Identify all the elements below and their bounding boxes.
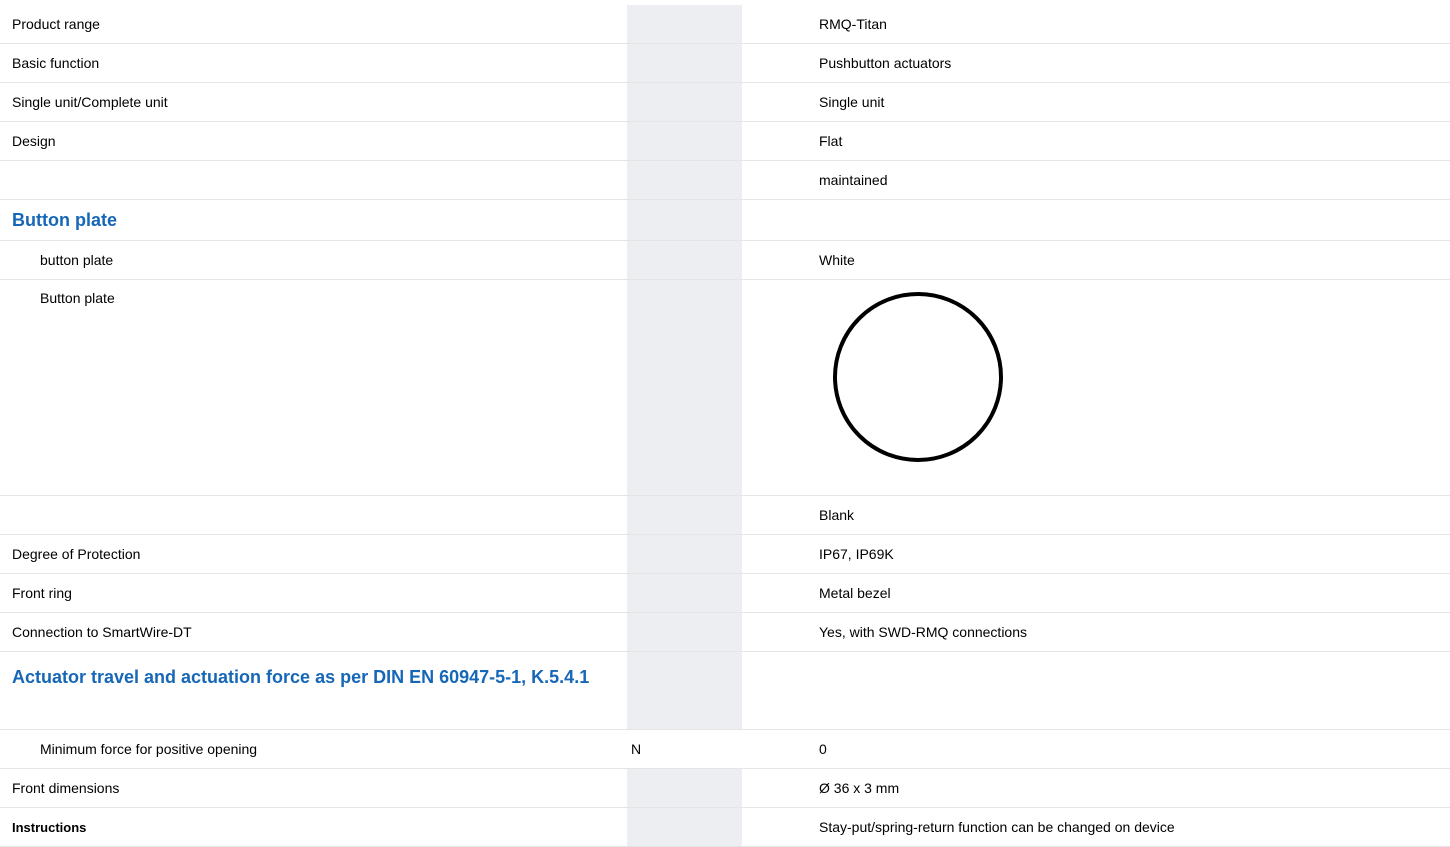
row-gap — [742, 161, 812, 199]
row-unit — [627, 5, 742, 43]
row-gap — [742, 5, 812, 43]
row-label: Button plate — [40, 290, 115, 306]
row-value — [812, 652, 1450, 729]
table-row-front-ring: Front ring Metal bezel — [0, 574, 1450, 613]
row-gap — [742, 613, 812, 651]
row-value: Single unit — [819, 94, 885, 110]
section-heading-actuator: Actuator travel and actuation force as p… — [0, 652, 1450, 730]
row-label: Connection to SmartWire-DT — [12, 624, 192, 640]
row-unit — [627, 769, 742, 807]
row-gap — [742, 652, 812, 729]
table-row-design-maintained: maintained — [0, 161, 1450, 200]
row-unit — [627, 241, 742, 279]
row-value — [812, 280, 1450, 495]
table-row-single-unit: Single unit/Complete unit Single unit — [0, 83, 1450, 122]
row-gap — [742, 496, 812, 534]
row-unit — [627, 83, 742, 121]
row-unit — [627, 280, 742, 495]
row-unit — [627, 652, 742, 729]
section-heading: Actuator travel and actuation force as p… — [12, 667, 590, 687]
row-gap — [742, 574, 812, 612]
row-value: Blank — [819, 507, 855, 523]
table-row-smartwire: Connection to SmartWire-DT Yes, with SWD… — [0, 613, 1450, 652]
table-row-button-plate-color: button plate White — [0, 241, 1450, 280]
row-label: Product range — [12, 16, 100, 32]
section-heading: Button plate — [12, 209, 117, 230]
row-gap — [742, 241, 812, 279]
row-label — [0, 161, 627, 199]
row-unit: N — [627, 730, 742, 768]
row-label: Front dimensions — [12, 780, 120, 796]
row-gap — [742, 730, 812, 768]
row-label: Front ring — [12, 585, 72, 601]
row-gap — [742, 535, 812, 573]
row-value: Ø 36 x 3 mm — [819, 780, 900, 796]
row-unit — [627, 808, 742, 846]
row-label: Single unit/Complete unit — [12, 94, 168, 110]
row-gap — [742, 808, 812, 846]
row-gap — [742, 200, 812, 240]
row-value: RMQ-Titan — [819, 16, 887, 32]
row-label: Basic function — [12, 55, 100, 71]
table-row-front-dimensions: Front dimensions Ø 36 x 3 mm — [0, 769, 1450, 808]
row-label: Minimum force for positive opening — [40, 741, 258, 757]
row-unit — [627, 44, 742, 82]
row-label: Degree of Protection — [12, 546, 141, 562]
row-value: Stay-put/spring-return function can be c… — [819, 819, 1175, 835]
row-gap — [742, 44, 812, 82]
row-unit — [627, 535, 742, 573]
table-row-degree-of-protection: Degree of Protection IP67, IP69K — [0, 535, 1450, 574]
row-unit — [627, 200, 742, 240]
row-unit — [627, 574, 742, 612]
table-row-product-range: Product range RMQ-Titan — [0, 5, 1450, 44]
row-value: Pushbutton actuators — [819, 55, 952, 71]
table-row-blank: Blank — [0, 496, 1450, 535]
row-value: Yes, with SWD-RMQ connections — [819, 624, 1027, 640]
row-value — [812, 200, 1450, 240]
table-row-design: Design Flat — [0, 122, 1450, 161]
section-heading-button-plate: Button plate — [0, 200, 1450, 241]
table-row-minimum-force: Minimum force for positive opening N 0 — [0, 730, 1450, 769]
row-value: 0 — [819, 741, 827, 757]
row-unit — [627, 496, 742, 534]
row-value: White — [819, 252, 855, 268]
row-unit — [627, 613, 742, 651]
row-gap — [742, 122, 812, 160]
circle-outline-icon — [833, 292, 1003, 462]
row-value: Metal bezel — [819, 585, 891, 601]
row-unit — [627, 122, 742, 160]
row-label: Design — [12, 133, 56, 149]
spec-table: Product range RMQ-Titan Basic function P… — [0, 0, 1450, 847]
table-row-basic-function: Basic function Pushbutton actuators — [0, 44, 1450, 83]
row-value: maintained — [819, 172, 888, 188]
row-label: Instructions — [12, 819, 87, 835]
row-gap — [742, 83, 812, 121]
row-label: button plate — [40, 252, 114, 268]
row-value: IP67, IP69K — [819, 546, 894, 562]
row-label — [0, 496, 627, 534]
row-gap — [742, 769, 812, 807]
row-unit — [627, 161, 742, 199]
table-row-button-plate-image: Button plate — [0, 280, 1450, 496]
row-value: Flat — [819, 133, 843, 149]
table-row-instructions: Instructions Stay-put/spring-return func… — [0, 808, 1450, 847]
row-gap — [742, 280, 812, 495]
